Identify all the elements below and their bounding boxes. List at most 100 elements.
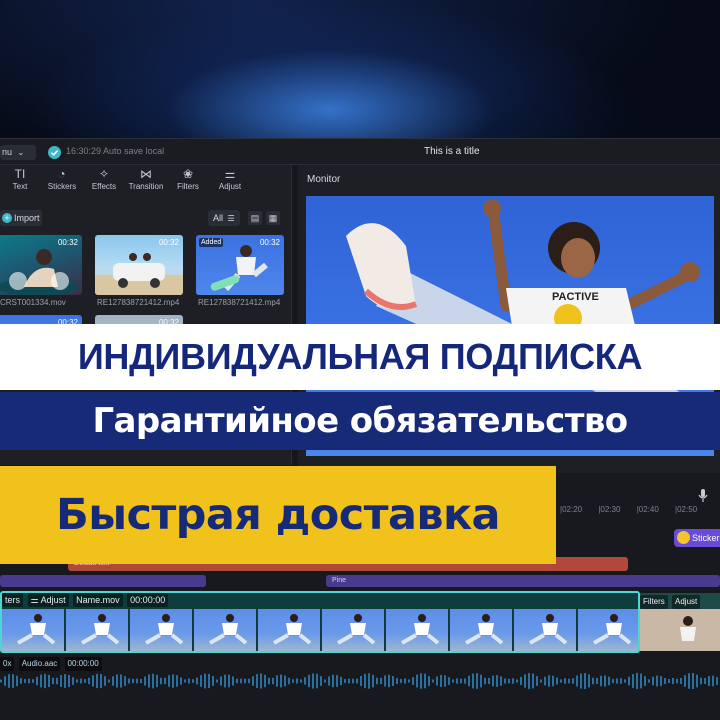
waveform-bar <box>0 679 2 683</box>
waveform-bar <box>280 674 282 688</box>
waveform-bar <box>116 674 118 688</box>
video-frame <box>2 609 64 651</box>
waveform-bar <box>180 677 182 685</box>
waveform-bar <box>308 674 310 688</box>
waveform-bar <box>424 673 426 689</box>
waveform-bar <box>636 672 638 690</box>
waveform-bar <box>292 679 294 683</box>
waveform-bar <box>572 678 574 684</box>
waveform-bar <box>576 675 578 687</box>
waveform-bar <box>460 678 462 684</box>
waveform-bar <box>708 675 710 687</box>
waveform-bar <box>12 674 14 688</box>
waveform-bar <box>532 673 534 689</box>
waveform-bar <box>712 675 714 687</box>
list-view-icon[interactable]: ▤ <box>248 211 262 225</box>
waveform-bar <box>32 679 34 683</box>
waveform-bar <box>136 678 138 684</box>
waveform-bar <box>616 678 618 684</box>
waveform-bar <box>36 676 38 686</box>
tool-effects-label: Effects <box>91 182 117 191</box>
waveform-bar <box>436 676 438 686</box>
waveform-bar <box>16 675 18 687</box>
waveform-bar <box>220 676 222 686</box>
tool-filters[interactable]: ❀ Filters <box>168 167 208 191</box>
waveform-bar <box>184 679 186 683</box>
autosave-check-icon <box>48 146 61 159</box>
waveform-bar <box>448 677 450 685</box>
menu-button[interactable]: nu ⌄ <box>0 145 36 160</box>
sticker-track-clip[interactable]: Sticker <box>674 529 720 547</box>
waveform-bar <box>172 674 174 688</box>
waveform-bar <box>360 675 362 687</box>
waveform-bar <box>512 678 514 684</box>
media-thumbnail[interactable]: 00:32 <box>0 235 82 295</box>
waveform-bar <box>596 678 598 684</box>
waveform-bar <box>176 675 178 687</box>
waveform-bar <box>400 678 402 684</box>
second-video-clip[interactable]: Filters Adjust <box>640 593 720 651</box>
effect-track-clip[interactable] <box>0 575 206 587</box>
effects-icon: ✧ <box>98 167 110 181</box>
waveform-bar <box>288 677 290 685</box>
waveform-bar <box>96 673 98 689</box>
waveform-bar <box>648 679 650 683</box>
tool-effects[interactable]: ✧ Effects <box>84 167 124 191</box>
waveform-bar <box>104 676 106 686</box>
media-thumbnail[interactable]: 00:32 <box>95 235 183 295</box>
waveform-bar <box>456 678 458 684</box>
tool-adjust[interactable]: ⚌ Adjust <box>210 167 250 191</box>
waveform-bar <box>336 675 338 687</box>
grid-view-icon[interactable]: ▦ <box>266 211 280 225</box>
import-button[interactable]: + Import <box>0 210 42 226</box>
media-thumbnail[interactable]: Added 00:32 <box>196 235 284 295</box>
waveform-bar <box>612 678 614 684</box>
waveform-bar <box>264 674 266 688</box>
waveform-bar <box>92 675 94 687</box>
waveform-bar <box>452 679 454 683</box>
ruler-tick: |02:30 <box>598 505 621 514</box>
project-title[interactable]: This is a title <box>424 146 480 157</box>
filter-dropdown[interactable]: All ☰ <box>208 210 240 226</box>
waveform-bar <box>520 676 522 686</box>
pip-track-clip[interactable]: Pine <box>326 575 720 587</box>
waveform-bar <box>232 676 234 686</box>
promo-line-1: ИНДИВИДУАЛЬНАЯ ПОДПИСКА <box>77 336 643 377</box>
chevron-down-icon: ⌄ <box>17 148 25 157</box>
waveform-bar <box>276 675 278 687</box>
waveform-bar <box>252 676 254 686</box>
clip-time-chip: 00:00:00 <box>127 593 169 607</box>
waveform-bar <box>564 678 566 684</box>
tool-text[interactable]: TI Text <box>0 167 40 191</box>
waveform-bar <box>432 679 434 683</box>
waveform-bar <box>304 677 306 685</box>
tool-stickers[interactable]: ◔ Stickers <box>42 167 82 191</box>
tool-filters-label: Filters <box>177 182 199 191</box>
waveform-bar <box>560 679 562 683</box>
waveform-bar <box>420 673 422 689</box>
waveform-bar <box>100 674 102 688</box>
waveform-bar <box>68 674 70 688</box>
video-frame <box>194 609 256 651</box>
waveform-bar <box>240 678 242 684</box>
tool-transition[interactable]: ⋈ Transition <box>126 167 166 191</box>
waveform-bar <box>244 678 246 684</box>
waveform-bar <box>468 675 470 687</box>
waveform-bar <box>656 675 658 687</box>
waveform-bar <box>548 675 550 687</box>
ruler-tick: |02:40 <box>636 505 659 514</box>
waveform-bar <box>164 677 166 685</box>
waveform-bar <box>356 678 358 684</box>
waveform-bar <box>588 674 590 688</box>
audio-waveform[interactable] <box>0 669 720 693</box>
svg-text:PACTIVE: PACTIVE <box>552 291 599 303</box>
promo-line-2: Гарантийное обязательство <box>92 401 628 441</box>
ruler-tick: |02:20 <box>560 505 583 514</box>
waveform-bar <box>680 678 682 684</box>
clip-header: ters ⚌ Adjust Name.mov 00:00:00 <box>2 593 170 607</box>
main-video-clip[interactable]: ters ⚌ Adjust Name.mov 00:00:00 <box>0 591 640 653</box>
waveform-bar <box>192 679 194 683</box>
waveform-bar <box>632 674 634 688</box>
waveform-bar <box>300 679 302 683</box>
microphone-icon[interactable] <box>698 489 708 503</box>
